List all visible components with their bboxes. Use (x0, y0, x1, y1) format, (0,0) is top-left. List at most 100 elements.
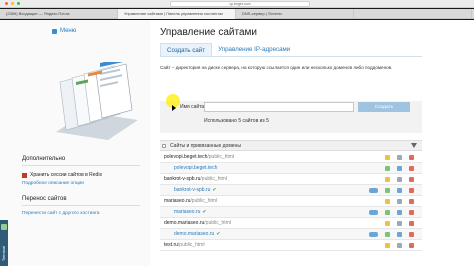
terminal-icon[interactable] (1, 224, 7, 230)
browser-tab-mail[interactable]: (2369) Входящие — Яндекс.Почта (0, 9, 118, 19)
page-title: Управление сайтами (160, 27, 258, 38)
menu-button[interactable]: Меню (52, 28, 76, 34)
edit-icon[interactable] (385, 166, 390, 171)
domain-name: demo.mariaseo.ru (174, 231, 215, 237)
site-path: /public_html (204, 220, 231, 226)
create-site-form: Имя сайта: Создать Использовано 5 сайтов… (160, 94, 422, 133)
folder-icon[interactable] (385, 243, 390, 248)
settings-icon[interactable] (397, 221, 402, 226)
unlink-icon[interactable] (409, 166, 414, 171)
delete-icon[interactable] (409, 155, 414, 160)
edit-icon[interactable] (385, 188, 390, 193)
check-icon: ✔ (212, 187, 217, 193)
domain-row[interactable]: demo.mariaseo.ru ✔ (160, 229, 422, 240)
browser-tab-sites[interactable]: Управление сайтами | Панель управления х… (118, 9, 236, 19)
domain-row[interactable]: mariaseo.ru ✔ (160, 207, 422, 218)
create-site-button[interactable]: Создать (358, 102, 410, 112)
unlink-icon[interactable] (409, 210, 414, 215)
domain-name: bankrot-v-spb.ru (174, 187, 211, 193)
terminal-label: Terminal (1, 246, 6, 262)
delete-icon[interactable] (409, 199, 414, 204)
sidebar: Меню Дополнительно Хранить сессии сайтов… (0, 20, 150, 266)
settings-icon[interactable] (397, 243, 402, 248)
site-path: /public_html (207, 154, 235, 160)
divider (22, 205, 140, 206)
site-name: mariaseo.ru (164, 198, 191, 204)
page-content: Меню Дополнительно Хранить сессии сайтов… (0, 20, 474, 266)
site-row[interactable]: bankrot-v-spb.ru/public_html (160, 174, 422, 185)
site-row[interactable]: test.ru/public_html (160, 240, 422, 251)
site-path: /public_html (177, 242, 205, 248)
delete-icon[interactable] (409, 177, 414, 182)
domain-row[interactable]: polevopi.beget.tech (160, 163, 422, 174)
close-window-icon[interactable] (5, 2, 8, 5)
terminal-panel[interactable]: Terminal (0, 220, 8, 266)
site-name: polevopi.beget.tech (164, 154, 208, 160)
transfer-heading: Перенос сайтов (22, 196, 67, 202)
filter-icon[interactable] (411, 143, 417, 148)
folder-icon[interactable] (385, 155, 390, 160)
folder-icon[interactable] (385, 177, 390, 182)
menu-icon (52, 28, 57, 34)
folder-icon[interactable] (385, 199, 390, 204)
site-name: bankrot-v-spb.ru (164, 176, 201, 182)
check-icon: ✔ (216, 231, 221, 237)
menu-label: Меню (60, 28, 77, 34)
redis-sessions-option[interactable]: Хранить сессии сайтов в Redis (22, 172, 102, 178)
site-path: /public_html (190, 198, 218, 204)
site-name: demo.mariaseo.ru (164, 220, 205, 226)
domain-name: polevopi.beget.tech (174, 165, 218, 171)
redis-option-label: Хранить сессии сайтов в Redis (30, 172, 102, 178)
ssl-badge[interactable] (369, 188, 378, 193)
browser-titlebar: cp.beget.com (0, 0, 474, 8)
address-bar[interactable]: cp.beget.com (170, 1, 310, 7)
unlink-icon[interactable] (409, 188, 414, 193)
select-all-checkbox[interactable] (162, 144, 166, 148)
edit-icon[interactable] (385, 210, 390, 215)
main-panel: Управление сайтами Создать сайт Управлен… (160, 20, 474, 266)
divider (22, 165, 140, 166)
sites-usage-count: Использовано 5 сайтов из 5 (204, 118, 269, 124)
browser-tab-empty[interactable] (354, 9, 472, 19)
redis-checkbox[interactable] (22, 172, 27, 178)
redirect-icon[interactable] (397, 166, 402, 171)
delete-icon[interactable] (409, 221, 414, 226)
transfer-site-link[interactable]: Перенести сайт с другого хостинга (22, 211, 99, 216)
edit-icon[interactable] (385, 232, 390, 237)
delete-icon[interactable] (409, 243, 414, 248)
additional-heading: Дополнительно (22, 156, 66, 162)
redirect-icon[interactable] (397, 188, 402, 193)
redis-details-link[interactable]: Подробное описание опции (22, 181, 84, 186)
site-row[interactable]: demo.mariaseo.ru/public_html (160, 218, 422, 229)
divider (160, 56, 422, 57)
check-icon: ✔ (202, 209, 207, 215)
browser-tab-dns[interactable]: DNS-сервер | Sirvenic (236, 9, 354, 19)
site-name: test.ru (164, 242, 178, 248)
maximize-window-icon[interactable] (17, 2, 20, 5)
sites-table-header: Сайты и привязанные домены (160, 140, 422, 151)
folder-icon[interactable] (385, 221, 390, 226)
site-name-input[interactable] (204, 102, 354, 112)
sites-table: polevopi.beget.tech/public_html polevopi… (160, 152, 422, 251)
minimize-window-icon[interactable] (11, 2, 14, 5)
tab-create-site[interactable]: Создать сайт (160, 43, 213, 56)
settings-icon[interactable] (397, 177, 402, 182)
settings-icon[interactable] (397, 199, 402, 204)
ssl-badge[interactable] (369, 210, 378, 215)
site-path: /public_html (200, 176, 228, 182)
tab-ip-management[interactable]: Управление IP-адресами (212, 43, 296, 56)
sites-table-title: Сайты и привязанные домены (170, 143, 241, 149)
settings-icon[interactable] (397, 155, 402, 160)
cursor-icon (172, 105, 176, 111)
site-row[interactable]: mariaseo.ru/public_html (160, 196, 422, 207)
ssl-badge[interactable] (369, 232, 378, 237)
sites-illustration (56, 62, 138, 140)
domain-row[interactable]: bankrot-v-spb.ru ✔ (160, 185, 422, 196)
site-row[interactable]: polevopi.beget.tech/public_html (160, 152, 422, 163)
redirect-icon[interactable] (397, 210, 402, 215)
unlink-icon[interactable] (409, 232, 414, 237)
browser-tab-strip: (2369) Входящие — Яндекс.Почта Управлени… (0, 9, 474, 19)
redirect-icon[interactable] (397, 232, 402, 237)
domain-name: mariaseo.ru (174, 209, 201, 215)
site-name-label: Имя сайта: (180, 104, 206, 110)
